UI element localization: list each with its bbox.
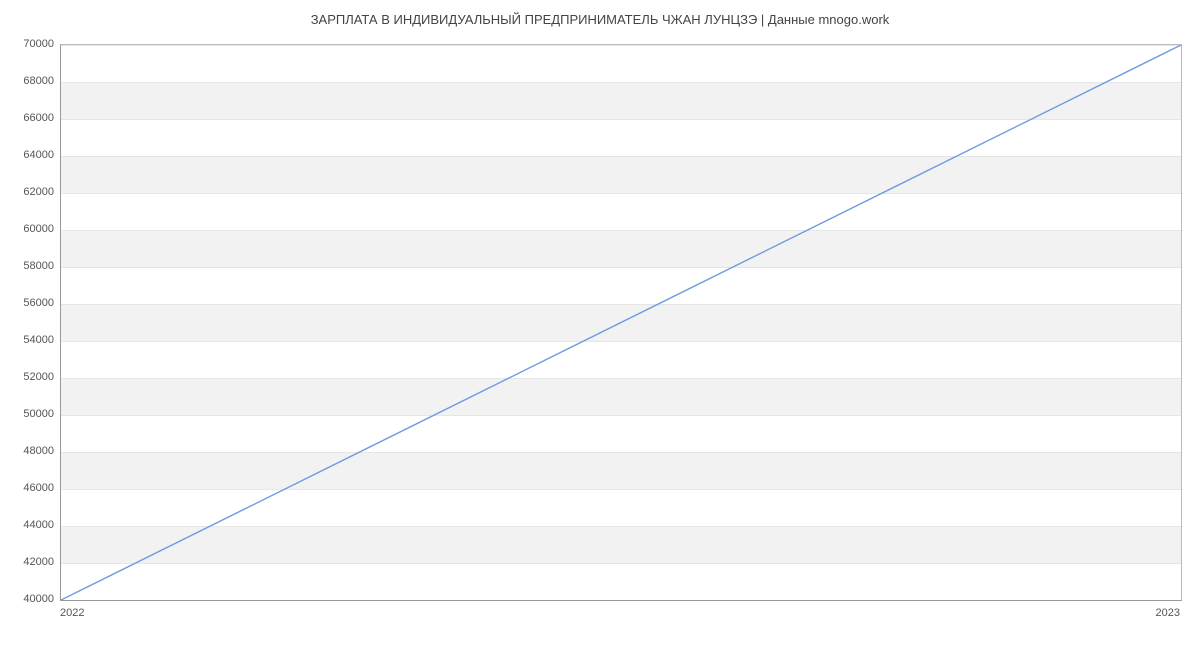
- x-tick-label: 2022: [60, 607, 84, 619]
- y-tick-label: 58000: [6, 260, 54, 272]
- y-tick-label: 60000: [6, 223, 54, 235]
- y-tick-label: 68000: [6, 75, 54, 87]
- chart-container: ЗАРПЛАТА В ИНДИВИДУАЛЬНЫЙ ПРЕДПРИНИМАТЕЛ…: [0, 0, 1200, 650]
- y-tick-label: 54000: [6, 334, 54, 346]
- y-tick-label: 66000: [6, 112, 54, 124]
- y-tick-label: 46000: [6, 482, 54, 494]
- y-tick-label: 44000: [6, 519, 54, 531]
- line-series: [61, 45, 1181, 600]
- y-tick-label: 52000: [6, 371, 54, 383]
- y-tick-label: 40000: [6, 593, 54, 605]
- x-tick-label: 2023: [1156, 607, 1180, 619]
- y-tick-label: 70000: [6, 38, 54, 50]
- y-tick-label: 62000: [6, 186, 54, 198]
- gridline: [61, 600, 1181, 601]
- y-tick-label: 42000: [6, 556, 54, 568]
- y-tick-label: 50000: [6, 408, 54, 420]
- chart-title: ЗАРПЛАТА В ИНДИВИДУАЛЬНЫЙ ПРЕДПРИНИМАТЕЛ…: [0, 12, 1200, 27]
- y-tick-label: 56000: [6, 297, 54, 309]
- plot-area: [60, 44, 1182, 601]
- y-tick-label: 48000: [6, 445, 54, 457]
- series-polyline: [61, 45, 1181, 600]
- y-tick-label: 64000: [6, 149, 54, 161]
